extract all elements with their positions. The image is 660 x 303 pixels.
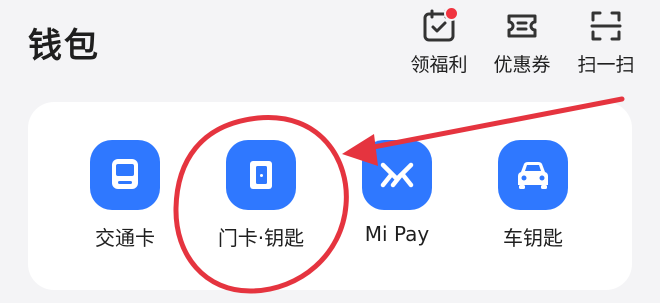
notification-dot xyxy=(444,6,459,21)
get-benefits-button[interactable]: 领福利 xyxy=(404,6,474,77)
door-card-icon xyxy=(226,140,296,210)
car-key-button[interactable]: 车钥匙 xyxy=(468,140,598,251)
car-icon xyxy=(498,140,568,210)
mi-pay-label: Mi Pay xyxy=(364,222,430,246)
coupons-button[interactable]: 优惠券 xyxy=(487,8,557,77)
scan-button[interactable]: 扫一扫 xyxy=(571,8,641,77)
mi-pay-icon xyxy=(362,140,432,210)
get-benefits-label: 领福利 xyxy=(410,54,468,76)
ticket-icon xyxy=(504,8,540,44)
door-card-key-label: 门卡·钥匙 xyxy=(217,226,305,250)
mi-pay-button[interactable]: Mi Pay xyxy=(332,140,462,246)
page-title: 钱包 xyxy=(28,26,100,66)
calendar-check-icon xyxy=(421,6,459,44)
scan-label: 扫一扫 xyxy=(577,54,635,76)
car-key-label: 车钥匙 xyxy=(503,226,563,250)
bus-card-icon xyxy=(90,140,160,210)
coupons-label: 优惠券 xyxy=(493,54,551,76)
transit-card-button[interactable]: 交通卡 xyxy=(60,140,190,251)
door-card-key-button[interactable]: 门卡·钥匙 xyxy=(196,140,326,251)
transit-card-label: 交通卡 xyxy=(95,226,155,250)
scan-icon xyxy=(588,8,624,44)
